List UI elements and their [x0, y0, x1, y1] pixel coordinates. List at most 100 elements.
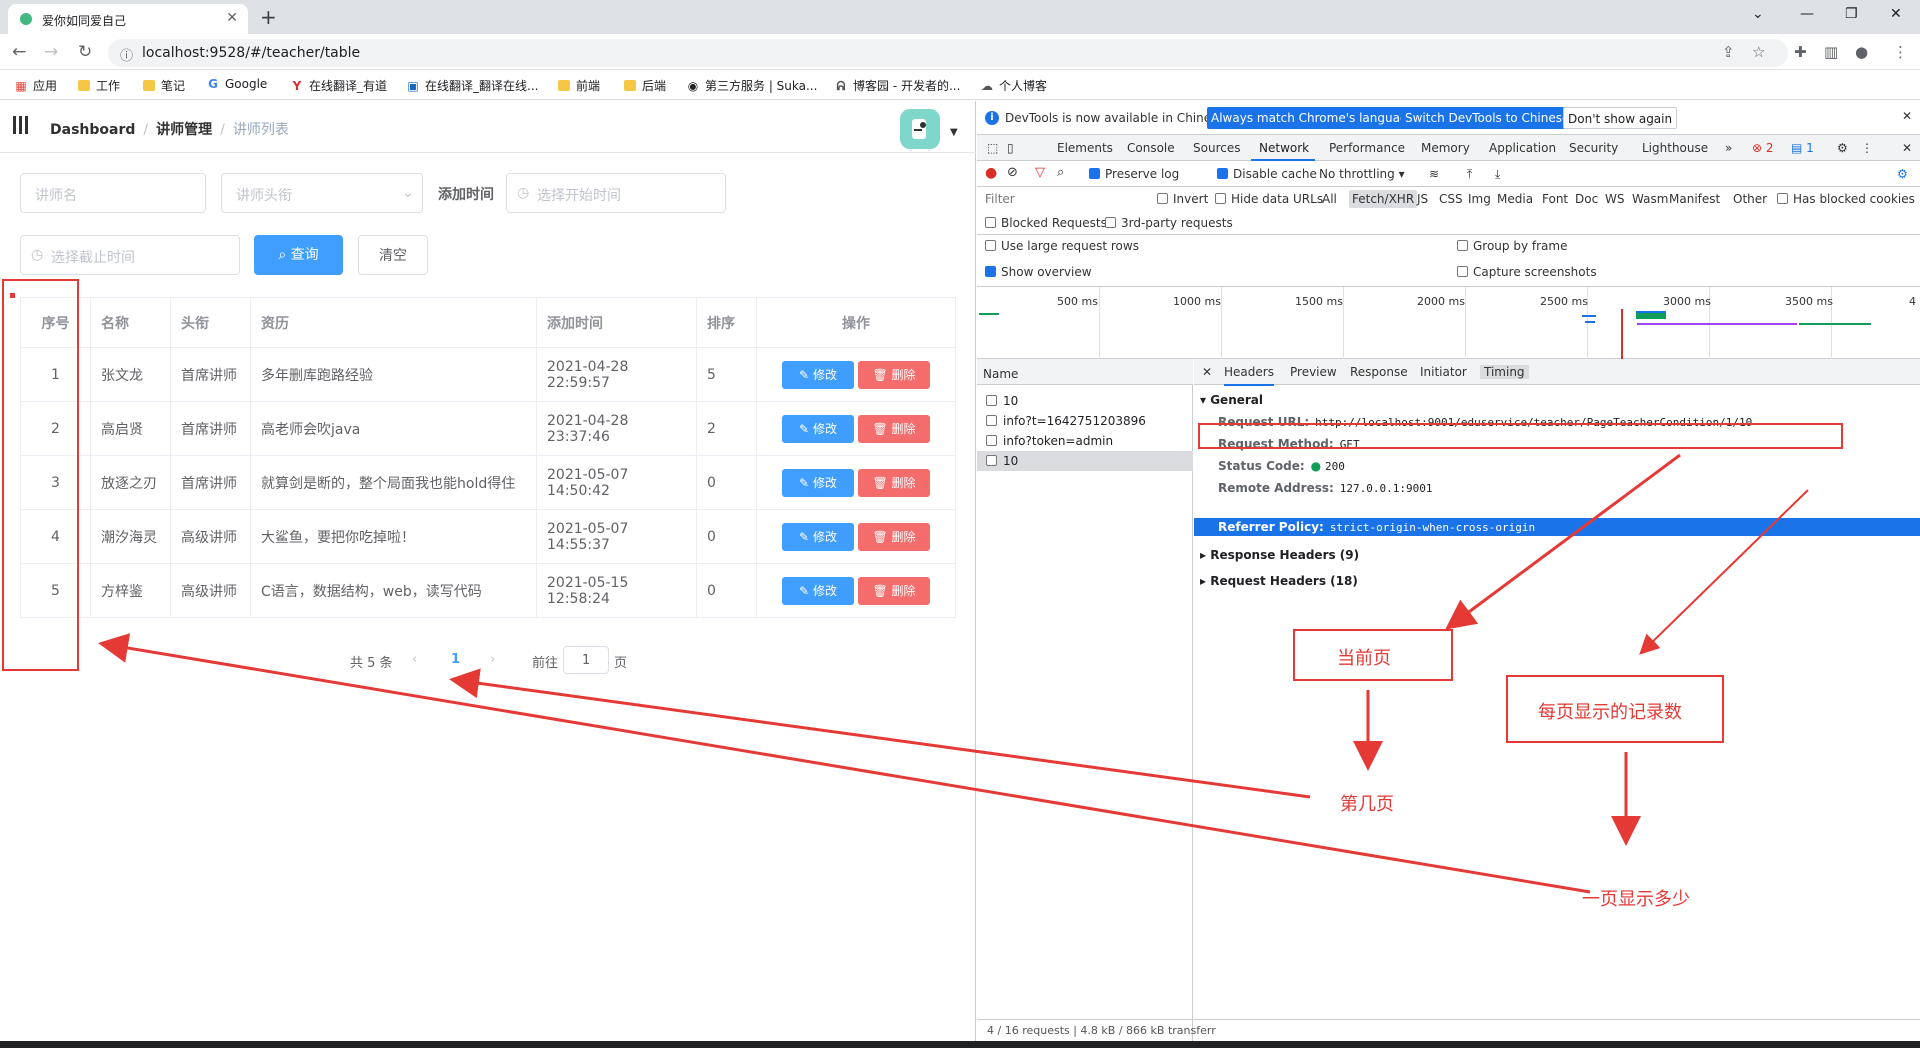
bookmark-backend[interactable]: 后端	[624, 77, 666, 94]
detail-tab-preview[interactable]: Preview	[1290, 365, 1337, 379]
type-font[interactable]: Font	[1542, 192, 1568, 206]
caret-down-icon[interactable]: ▼	[950, 127, 958, 138]
response-headers-toggle[interactable]: ▸ Response Headers (9)	[1200, 548, 1359, 562]
inspect-icon[interactable]: ⬚	[987, 141, 998, 155]
type-img[interactable]: Img	[1468, 192, 1491, 206]
settings-gear-icon[interactable]: ⚙	[1837, 141, 1848, 155]
request-row[interactable]: info?t=1642751203896	[977, 411, 1193, 431]
disable-cache-checkbox[interactable]: Disable cache	[1217, 167, 1317, 181]
switch-chinese-button[interactable]: Switch DevTools to Chinese	[1401, 107, 1574, 129]
extensions-icon[interactable]: ✚	[1794, 43, 1807, 61]
edit-button[interactable]: ✎ 修改	[782, 522, 854, 551]
throttling-select[interactable]: No throttling ▾	[1319, 167, 1405, 181]
prev-page-icon[interactable]: ‹	[412, 652, 417, 667]
type-manifest[interactable]: Manifest	[1669, 192, 1720, 206]
detail-tab-initiator[interactable]: Initiator	[1420, 365, 1467, 379]
always-match-button[interactable]: Always match Chrome's language	[1207, 107, 1419, 129]
tab-security[interactable]: Security	[1569, 141, 1618, 155]
tab-lighthouse[interactable]: Lighthouse	[1642, 141, 1708, 155]
profile-icon[interactable]: ●	[1855, 43, 1868, 61]
tab-sources[interactable]: Sources	[1193, 141, 1240, 155]
teacher-level-select[interactable]: 讲师头衔 ⌄	[221, 173, 423, 213]
bookmark-star-icon[interactable]: ☆	[1752, 43, 1765, 61]
network-overview-timeline[interactable]: 500 ms 1000 ms 1500 ms 2000 ms 2500 ms 3…	[977, 287, 1920, 359]
devtools-menu-icon[interactable]: ⋮	[1861, 141, 1873, 155]
preserve-log-checkbox[interactable]: Preserve log	[1089, 167, 1179, 181]
messages-badge[interactable]: ▤ 1	[1791, 141, 1814, 155]
bookmark-frontend[interactable]: 前端	[558, 77, 600, 94]
close-details-icon[interactable]: ✕	[1202, 365, 1212, 379]
clear-log-icon[interactable]: ⊘	[1007, 165, 1018, 180]
tab-console[interactable]: Console	[1127, 141, 1175, 155]
tab-application[interactable]: Application	[1489, 141, 1556, 155]
network-conditions-icon[interactable]: ≋	[1429, 167, 1439, 181]
breadcrumb-dashboard[interactable]: Dashboard	[50, 122, 135, 138]
delete-button[interactable]: 🗑 删除	[858, 576, 930, 605]
new-tab-icon[interactable]: +	[260, 5, 277, 29]
show-overview-checkbox[interactable]: Show overview	[985, 265, 1092, 279]
edit-button[interactable]: ✎ 修改	[782, 360, 854, 389]
minimize-icon[interactable]: —	[1800, 6, 1814, 22]
type-fetch-xhr[interactable]: Fetch/XHR	[1349, 190, 1418, 208]
start-time-picker[interactable]: ◷ 选择开始时间	[506, 173, 726, 213]
import-har-icon[interactable]: ⤒	[1467, 167, 1472, 182]
request-row[interactable]: 10	[977, 451, 1193, 471]
teacher-name-input[interactable]: 讲师名	[20, 173, 206, 213]
dont-show-button[interactable]: Don't show again	[1563, 107, 1678, 129]
delete-button[interactable]: 🗑 删除	[858, 414, 930, 443]
group-by-frame-checkbox[interactable]: Group by frame	[1457, 239, 1567, 253]
tab-memory[interactable]: Memory	[1421, 141, 1470, 155]
edit-button[interactable]: ✎ 修改	[782, 468, 854, 497]
bookmark-google[interactable]: G Google	[206, 77, 267, 91]
type-wasm[interactable]: Wasm	[1632, 192, 1668, 206]
blocked-requests-checkbox[interactable]: Blocked Requests	[985, 216, 1107, 230]
query-button[interactable]: ⌕ 查询	[254, 235, 343, 275]
type-all[interactable]: All	[1322, 192, 1337, 206]
tab-search-icon[interactable]: ⌄	[1752, 6, 1764, 22]
side-panel-icon[interactable]: ▥	[1824, 43, 1838, 61]
invert-checkbox[interactable]: Invert	[1157, 192, 1208, 206]
browser-tab[interactable]: 爱你如同爱自己 ✕	[8, 4, 248, 34]
close-tab-icon[interactable]: ✕	[226, 10, 238, 26]
bookmark-youdao[interactable]: Y 在线翻译_有道	[290, 77, 387, 94]
export-har-icon[interactable]: ⤓	[1495, 167, 1500, 182]
delete-button[interactable]: 🗑 删除	[858, 360, 930, 389]
bookmark-work[interactable]: 工作	[78, 77, 120, 94]
delete-button[interactable]: 🗑 删除	[858, 468, 930, 497]
more-tabs-icon[interactable]: »	[1725, 141, 1732, 155]
detail-tab-response[interactable]: Response	[1350, 365, 1408, 379]
device-toolbar-icon[interactable]: ▯	[1007, 141, 1014, 155]
hide-data-urls-checkbox[interactable]: Hide data URLs	[1215, 192, 1323, 206]
filter-input[interactable]: Filter	[985, 192, 1015, 206]
capture-screenshots-checkbox[interactable]: Capture screenshots	[1457, 265, 1597, 279]
avatar[interactable]	[900, 109, 940, 149]
forward-icon[interactable]: →	[44, 42, 58, 62]
edit-button[interactable]: ✎ 修改	[782, 576, 854, 605]
third-party-checkbox[interactable]: 3rd-party requests	[1105, 216, 1233, 230]
bookmark-notes[interactable]: 笔记	[143, 77, 185, 94]
hamburger-icon[interactable]	[13, 116, 29, 134]
reload-icon[interactable]: ↻	[78, 42, 92, 62]
tab-elements[interactable]: Elements	[1057, 141, 1113, 155]
omnibox[interactable]: ⓘ localhost:9528/#/teacher/table	[108, 39, 1788, 67]
detail-tab-headers[interactable]: Headers	[1224, 365, 1274, 386]
restore-icon[interactable]: ❐	[1845, 6, 1858, 22]
record-icon[interactable]: ●	[985, 165, 997, 181]
bookmark-translate[interactable]: ▣ 在线翻译_翻译在线...	[406, 77, 538, 94]
request-row[interactable]: 10	[977, 391, 1193, 411]
type-other[interactable]: Other	[1733, 192, 1767, 206]
network-settings-icon[interactable]: ⚙	[1897, 167, 1908, 181]
edit-button[interactable]: ✎ 修改	[782, 414, 854, 443]
type-ws[interactable]: WS	[1605, 192, 1624, 206]
bookmark-cnblogs[interactable]: ᕱ 博客园 - 开发者的...	[834, 77, 961, 94]
filter-icon[interactable]: ▽	[1035, 165, 1045, 180]
clear-button[interactable]: 清空	[358, 235, 428, 275]
close-banner-icon[interactable]: ✕	[1902, 109, 1912, 123]
detail-tab-timing[interactable]: Timing	[1480, 365, 1529, 379]
bookmark-apps[interactable]: ▦ 应用	[14, 77, 57, 94]
share-icon[interactable]: ⇪	[1722, 43, 1735, 61]
type-media[interactable]: Media	[1497, 192, 1533, 206]
large-rows-checkbox[interactable]: Use large request rows	[985, 239, 1139, 253]
close-devtools-icon[interactable]: ✕	[1902, 141, 1912, 155]
errors-badge[interactable]: ⊗ 2	[1752, 141, 1774, 155]
